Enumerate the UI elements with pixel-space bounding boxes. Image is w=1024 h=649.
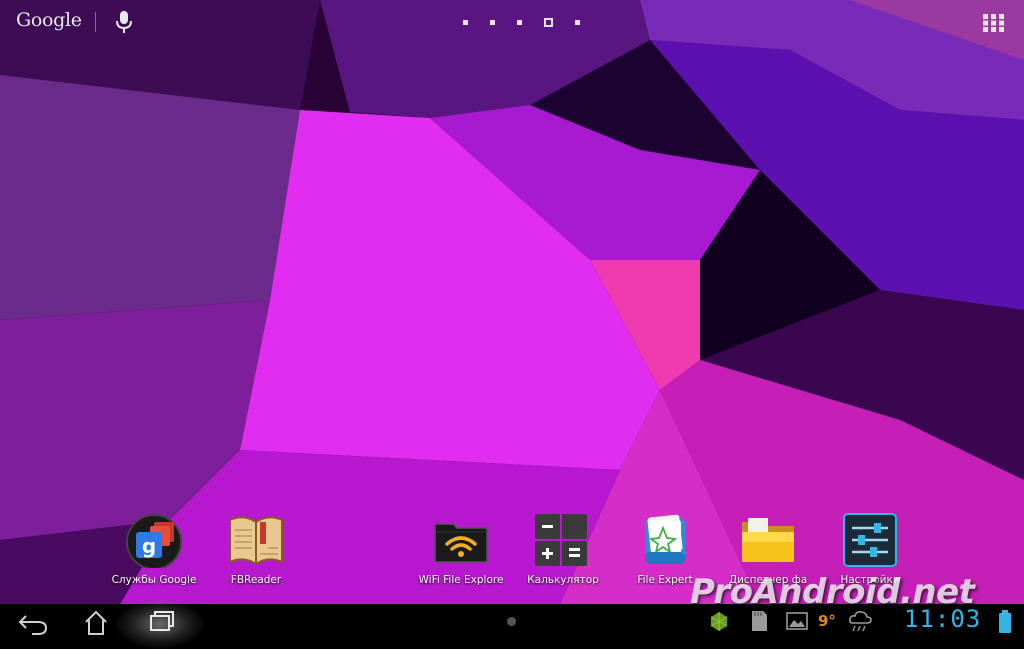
sd-card-icon xyxy=(752,611,767,631)
battery-icon[interactable] xyxy=(998,610,1012,634)
gallery-icon xyxy=(786,612,808,630)
status-icons: 9° xyxy=(706,606,874,636)
back-icon[interactable] xyxy=(4,604,64,640)
app-calculator[interactable]: Калькулятор xyxy=(509,512,617,586)
calculator-icon xyxy=(535,514,587,566)
page-dot-current xyxy=(544,17,553,27)
svg-text:g: g xyxy=(142,534,156,558)
page-dot xyxy=(517,19,522,25)
app-label: Калькулятор xyxy=(527,574,599,586)
app-google-services[interactable]: g Службы Google xyxy=(100,512,208,586)
settings-icon xyxy=(843,513,897,567)
folder-icon xyxy=(742,518,794,562)
google-services-icon: g xyxy=(126,514,182,570)
rain-cloud-icon xyxy=(848,611,872,632)
app-label: Службы Google xyxy=(111,574,197,586)
page-dot xyxy=(490,19,495,25)
search-divider xyxy=(95,12,96,32)
weather-temperature: 9° xyxy=(818,612,836,630)
file-expert-icon xyxy=(645,514,685,564)
app-label: FBReader xyxy=(230,574,282,586)
book-icon xyxy=(229,516,283,566)
top-bar: Google xyxy=(0,0,1024,44)
microphone-icon[interactable] xyxy=(112,9,136,35)
page-dot xyxy=(463,19,468,25)
recent-apps-icon[interactable] xyxy=(130,604,190,640)
clock[interactable]: 11:03 xyxy=(904,605,981,633)
app-fbreader[interactable]: FBReader xyxy=(202,512,310,586)
all-apps-icon[interactable] xyxy=(983,14,1005,32)
page-indicator xyxy=(452,16,591,28)
menu-dot[interactable] xyxy=(507,617,516,626)
android-icon xyxy=(710,612,728,631)
wifi-folder-icon xyxy=(434,523,488,563)
page-dot xyxy=(575,19,580,25)
google-search-logo[interactable]: Google xyxy=(16,9,82,31)
home-icon[interactable] xyxy=(66,604,126,640)
app-label: WiFi File Explore xyxy=(418,574,504,586)
app-wifi-file-explorer[interactable]: WiFi File Explore xyxy=(407,512,515,586)
